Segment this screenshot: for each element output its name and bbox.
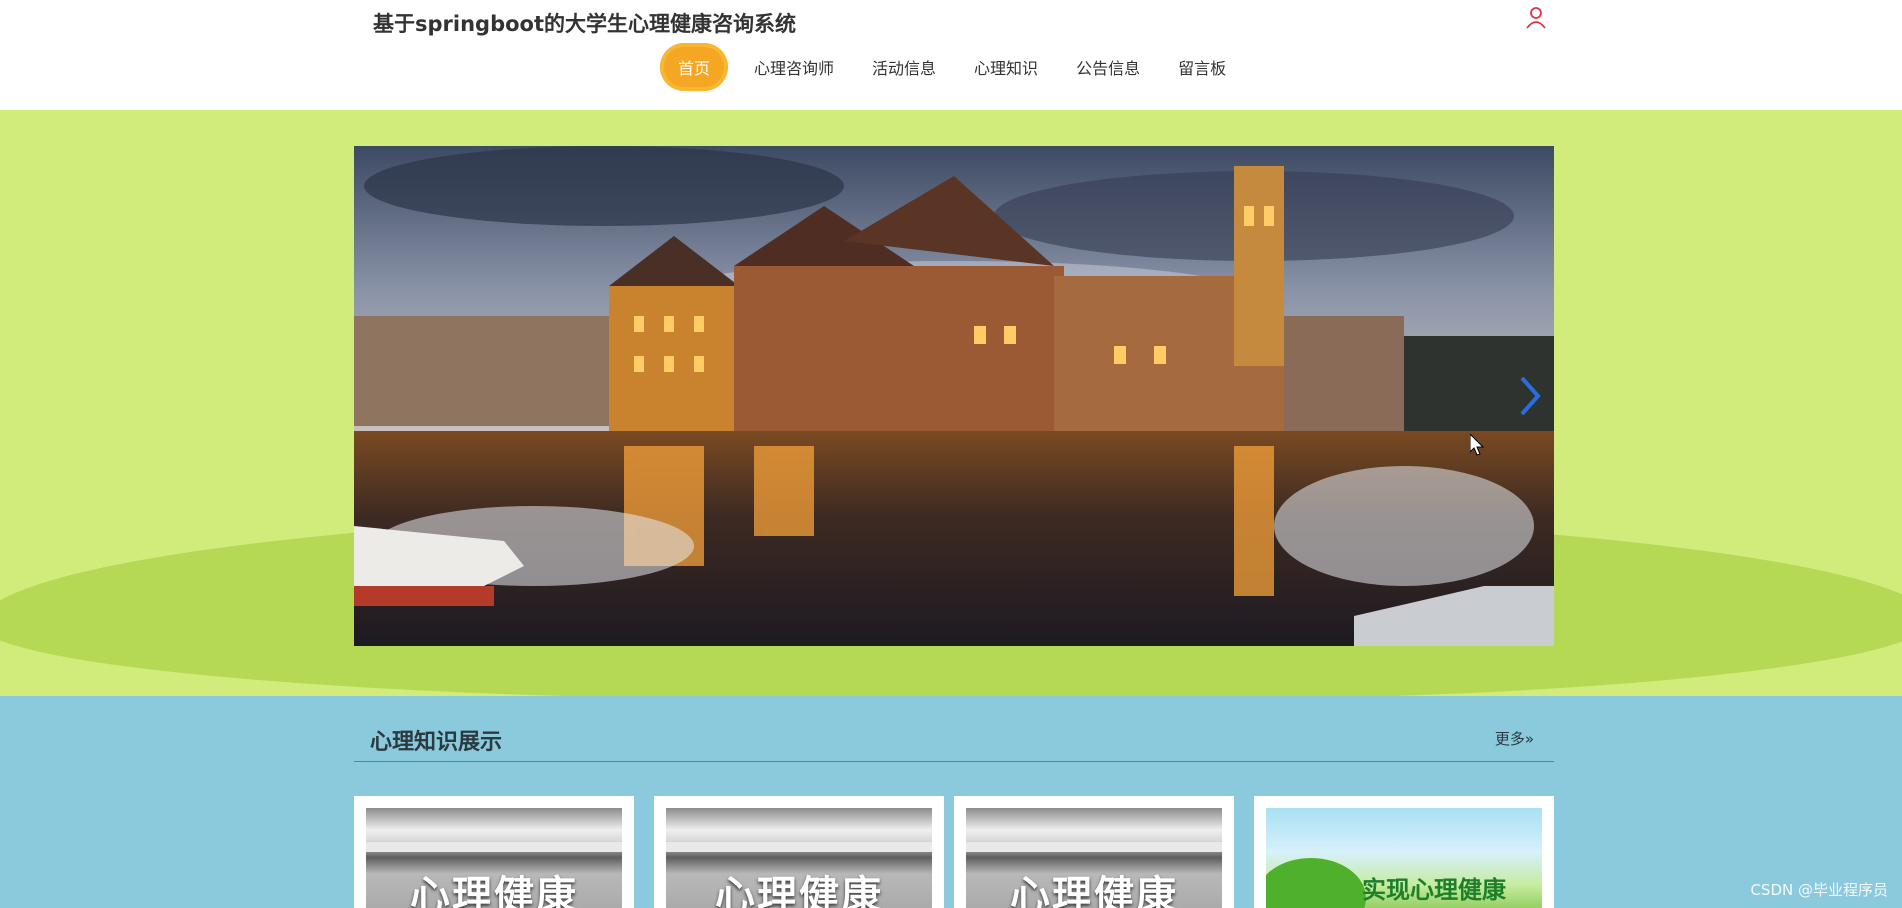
card-image: 心理健康 [966, 808, 1222, 908]
more-link[interactable]: 更多» [1495, 728, 1534, 749]
nav-item-home[interactable]: 首页 [660, 43, 729, 91]
card-title: 心理健康 [715, 873, 883, 908]
section-title: 心理知识展示 [370, 730, 503, 755]
nav-item-knowledge[interactable]: 心理知识 [974, 55, 1038, 79]
banner-band [0, 110, 1902, 696]
knowledge-card[interactable]: 实现心理健康 [1254, 796, 1554, 908]
card-title: 实现心理健康 [1362, 875, 1506, 904]
card-title: 心理健康 [410, 873, 578, 908]
user-icon[interactable] [1525, 6, 1547, 30]
card-image: 实现心理健康 [1266, 808, 1542, 908]
carousel-image [354, 146, 1554, 646]
card-title: 心理健康 [1010, 873, 1178, 908]
nav-item-activities[interactable]: 活动信息 [872, 55, 936, 79]
nav-item-message-board[interactable]: 留言板 [1178, 55, 1226, 79]
knowledge-cards: 心理健康 心理健康 心理健康 实现心理健康 [354, 796, 1554, 908]
knowledge-card[interactable]: 心理健康 [954, 796, 1234, 908]
card-image: 心理健康 [666, 808, 932, 908]
knowledge-card[interactable]: 心理健康 [354, 796, 634, 908]
main-nav: 首页 心理咨询师 活动信息 心理知识 公告信息 留言板 [660, 43, 1264, 91]
nav-item-counselors[interactable]: 心理咨询师 [754, 55, 834, 79]
card-image: 心理健康 [366, 808, 622, 908]
watermark: CSDN @毕业程序员 [1750, 881, 1888, 899]
section-header: 心理知识展示 更多» [354, 724, 1554, 762]
knowledge-card[interactable]: 心理健康 [654, 796, 944, 908]
banner-carousel[interactable] [354, 146, 1554, 646]
mouse-cursor-icon [1470, 434, 1484, 456]
site-header: 基于springboot的大学生心理健康咨询系统 首页 心理咨询师 活动信息 心… [0, 0, 1902, 110]
nav-item-announcements[interactable]: 公告信息 [1076, 55, 1140, 79]
chevron-right-icon[interactable] [1516, 374, 1544, 418]
knowledge-section: 心理知识展示 更多» 心理健康 心理健康 心理健康 实现心理健康 CSDN @毕… [0, 696, 1902, 908]
site-title: 基于springboot的大学生心理健康咨询系统 [373, 12, 796, 36]
